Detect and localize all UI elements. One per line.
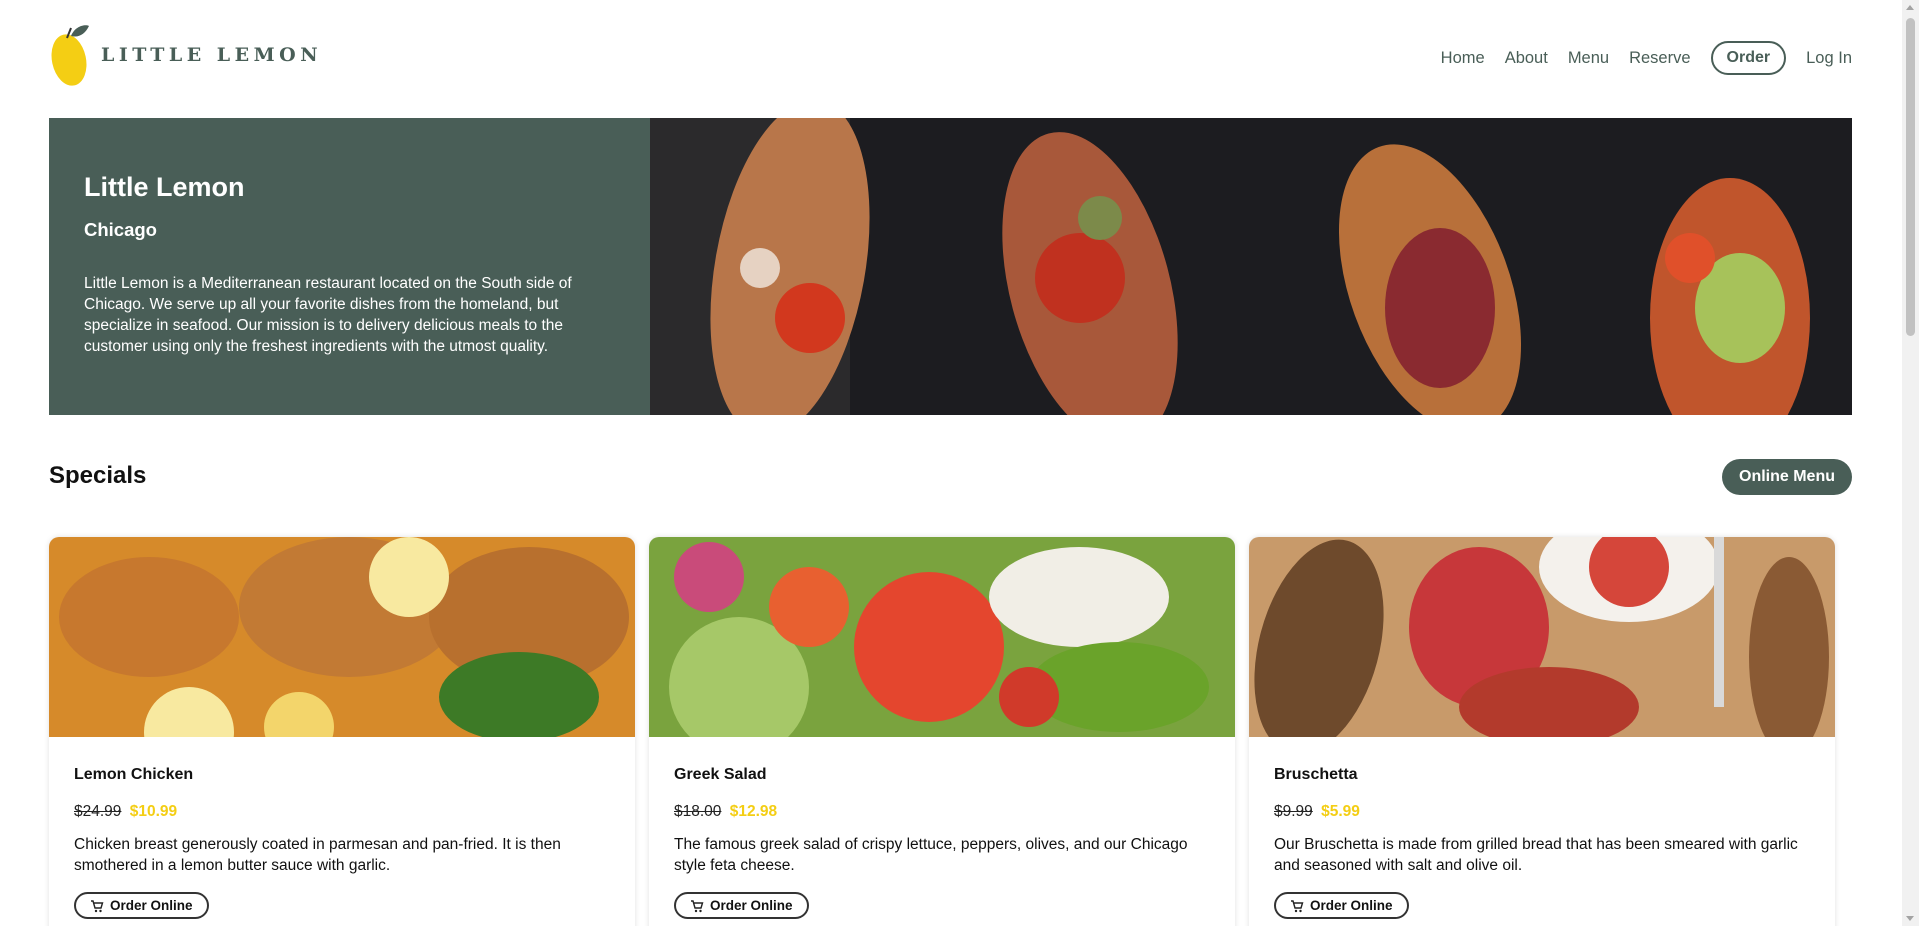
logo[interactable]: LITTLE LEMON [49, 22, 322, 88]
hero-food-image [650, 118, 1852, 415]
card-description: Our Bruschetta is made from grilled brea… [1274, 836, 1798, 874]
special-card: Bruschetta $9.99 $5.99 Our Bruschetta is… [1249, 537, 1835, 926]
special-card: Greek Salad $18.00 $12.98 The famous gre… [649, 537, 1235, 926]
nav-order-button[interactable]: Order [1710, 41, 1787, 75]
order-online-label: Order Online [1310, 898, 1393, 913]
cart-icon [91, 899, 104, 912]
order-online-button[interactable]: Order Online [74, 892, 209, 919]
nav-home[interactable]: Home [1441, 49, 1485, 68]
sale-price: $5.99 [1321, 803, 1360, 820]
old-price: $24.99 [74, 803, 122, 820]
card-description: Chicken breast generously coated in parm… [74, 836, 561, 874]
nav-reserve[interactable]: Reserve [1629, 49, 1690, 68]
scroll-thumb[interactable] [1906, 18, 1915, 336]
card-price: $9.99 $5.99 [1274, 803, 1810, 821]
special-card: Lemon Chicken $24.99 $10.99 Chicken brea… [49, 537, 635, 926]
sale-price: $10.99 [129, 803, 178, 820]
card-title: Bruschetta [1274, 766, 1358, 783]
lemon-icon [51, 25, 89, 86]
specials-cards: Lemon Chicken $24.99 $10.99 Chicken brea… [49, 537, 1852, 926]
card-price: $24.99 $10.99 [74, 803, 610, 821]
card-price: $18.00 $12.98 [674, 803, 1210, 821]
online-menu-button[interactable]: Online Menu [1722, 459, 1852, 495]
nav-login[interactable]: Log In [1806, 49, 1852, 68]
order-online-button[interactable]: Order Online [674, 892, 809, 919]
hero-city: Chicago [84, 219, 157, 240]
order-online-label: Order Online [710, 898, 793, 913]
scroll-down-arrow-icon[interactable] [1906, 916, 1914, 921]
hero-title: Little Lemon [84, 172, 245, 202]
hero-description: Little Lemon is a Mediterranean restaura… [84, 275, 572, 355]
card-title: Greek Salad [674, 766, 767, 783]
old-price: $18.00 [674, 803, 722, 820]
old-price: $9.99 [1274, 803, 1313, 820]
card-title: Lemon Chicken [74, 766, 194, 783]
hero-section: Little Lemon Chicago Little Lemon is a M… [49, 118, 1852, 415]
order-online-label: Order Online [110, 898, 193, 913]
page-scrollbar[interactable] [1902, 0, 1919, 926]
nav-menu[interactable]: Menu [1568, 49, 1609, 68]
cart-icon [1291, 899, 1304, 912]
site-header: LITTLE LEMON Home About Menu Reserve Ord… [49, 22, 1852, 94]
main-nav: Home About Menu Reserve Order Log In [1421, 41, 1852, 75]
card-description: The famous greek salad of crispy lettuce… [674, 836, 1188, 874]
sale-price: $12.98 [729, 803, 778, 820]
nav-about[interactable]: About [1505, 49, 1548, 68]
logo-text: LITTLE LEMON [101, 44, 323, 66]
cart-icon [691, 899, 704, 912]
bruschetta-image [1249, 537, 1835, 737]
order-online-button[interactable]: Order Online [1274, 892, 1409, 919]
scroll-up-arrow-icon[interactable] [1906, 5, 1914, 10]
specials-title: Specials [49, 462, 147, 489]
hero-text-panel: Little Lemon Chicago Little Lemon is a M… [49, 118, 650, 415]
greek-salad-image [649, 537, 1235, 737]
lemon-chicken-image [49, 537, 635, 737]
